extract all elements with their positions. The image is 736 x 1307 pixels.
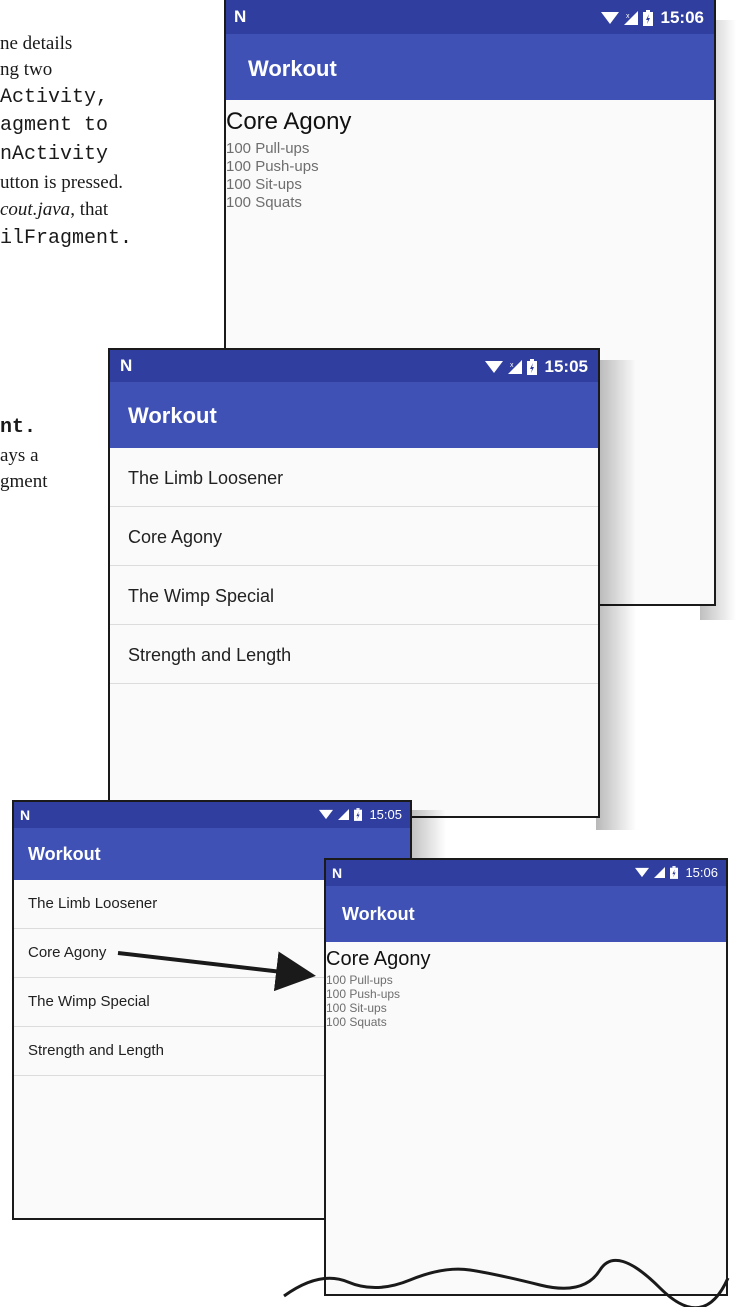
exercise-line: 100 Pull-ups: [226, 140, 310, 157]
status-time: 15:05: [369, 807, 402, 822]
list-item[interactable]: The Wimp Special: [110, 566, 598, 625]
book-text-line: Activity,: [0, 86, 109, 109]
list-screen-middle: N x 15:05 Workout The Limb Loosener Core…: [108, 348, 600, 818]
book-text-filename: cout.java: [0, 199, 71, 220]
svg-text:x: x: [626, 13, 630, 20]
status-time: 15:06: [660, 8, 704, 27]
nougat-logo-icon: N: [234, 7, 247, 26]
book-text-line: gment: [0, 471, 48, 492]
battery-charging-icon: [526, 359, 537, 375]
signal-icon: [654, 867, 666, 878]
battery-charging-icon: [670, 866, 679, 879]
list-item-label: The Wimp Special: [28, 993, 150, 1010]
status-bar: N 15:05: [14, 802, 410, 828]
nougat-logo-icon: N: [120, 356, 133, 375]
app-title: Workout: [248, 56, 337, 81]
exercise-line: 100 Sit-ups: [326, 1001, 387, 1015]
list-item-label: The Limb Loosener: [28, 895, 158, 912]
list-item-label: Core Agony: [128, 527, 223, 547]
status-time: 15:06: [685, 865, 718, 880]
app-title: Workout: [342, 904, 415, 924]
exercise-line: 100 Squats: [226, 194, 302, 211]
exercise-line: 100 Push-ups: [226, 158, 319, 175]
nougat-logo-icon: N: [20, 807, 31, 823]
battery-charging-icon: [354, 808, 363, 821]
status-time: 15:05: [544, 357, 588, 376]
book-text-line: ays a: [0, 445, 39, 466]
exercise-line: 100 Push-ups: [326, 987, 401, 1001]
list-item-label: Strength and Length: [128, 645, 292, 665]
workout-title: Core Agony: [326, 948, 431, 970]
battery-charging-icon: [642, 10, 653, 26]
book-text-line: cout.java, that: [0, 197, 108, 223]
app-bar: Workout: [326, 886, 726, 942]
book-text-line: ilFragment.: [0, 227, 133, 250]
exercise-line: 100 Squats: [326, 1015, 387, 1029]
app-title: Workout: [28, 844, 101, 864]
list-item[interactable]: Strength and Length: [110, 625, 598, 684]
status-bar: N x 15:05: [110, 350, 598, 382]
workout-title: Core Agony: [226, 108, 352, 135]
svg-text:x: x: [510, 362, 514, 369]
exercise-line: 100 Pull-ups: [326, 973, 393, 987]
app-title: Workout: [128, 403, 217, 428]
status-bar: N 15:06: [326, 860, 726, 886]
book-text-line: ng two: [0, 59, 53, 80]
book-text-line: utton is pressed.: [0, 172, 123, 193]
list-item-label: Core Agony: [28, 944, 107, 961]
wifi-icon: [635, 867, 650, 878]
exercise-line: 100 Sit-ups: [226, 176, 302, 193]
nougat-logo-icon: N: [332, 865, 343, 881]
book-text-line: nActivity: [0, 143, 109, 166]
book-text-line: ne details: [0, 33, 73, 54]
book-text-fragment: , that: [70, 199, 109, 220]
detail-screen-bottom: N 15:06 Workout Core Agony 100 Pull-ups …: [324, 858, 728, 1296]
wifi-icon: [484, 361, 503, 373]
wifi-icon: [319, 809, 334, 820]
list-item[interactable]: The Limb Loosener: [110, 448, 598, 507]
app-bar: Workout: [226, 34, 714, 100]
list-item-label: Strength and Length: [28, 1042, 164, 1059]
wifi-icon: [600, 12, 619, 24]
signal-icon: x: [507, 360, 522, 374]
book-text-line: agment to: [0, 114, 109, 137]
list-item-label: The Wimp Special: [128, 586, 275, 606]
list-item[interactable]: Core Agony: [110, 507, 598, 566]
book-text-line: nt.: [0, 416, 37, 439]
signal-icon: [338, 809, 350, 820]
signal-icon: x: [623, 11, 638, 25]
app-bar: Workout: [110, 382, 598, 448]
list-item-label: The Limb Loosener: [128, 468, 284, 488]
status-bar: N x 15:06: [226, 0, 714, 34]
